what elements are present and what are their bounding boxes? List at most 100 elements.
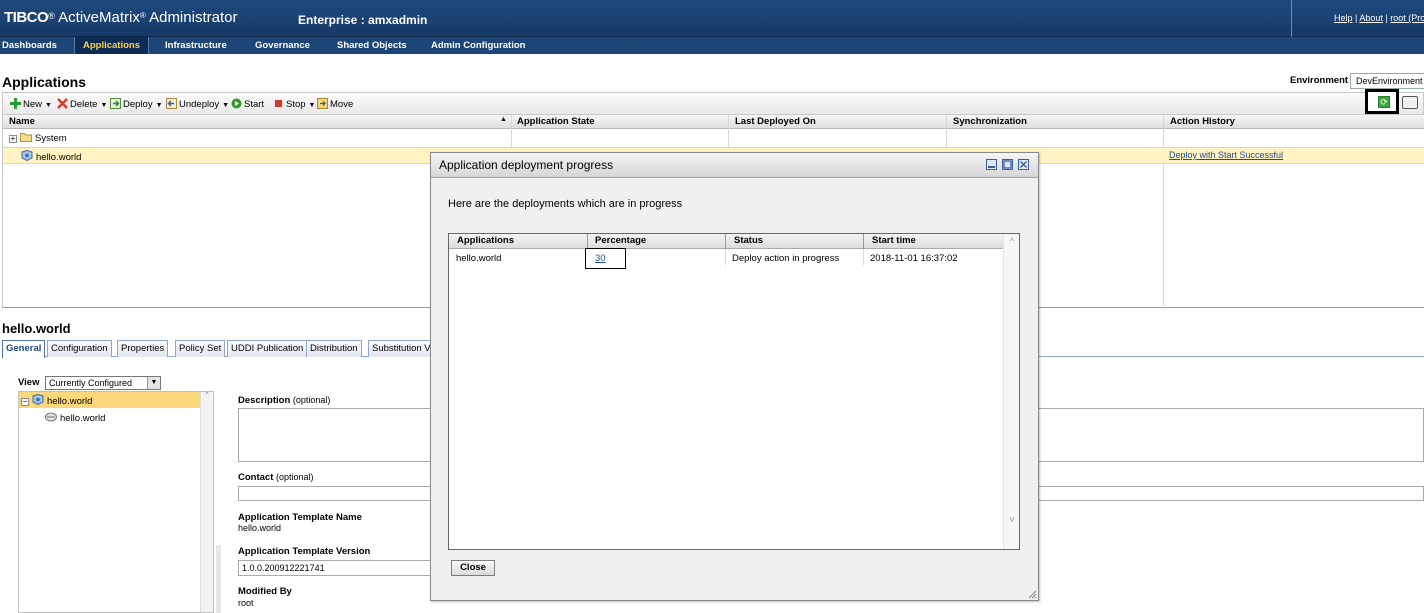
action-history-link[interactable]: Deploy with Start Successful — [1169, 150, 1283, 160]
chevron-down-icon: ▼ — [100, 102, 108, 109]
nav-infrastructure[interactable]: Infrastructure — [165, 37, 227, 54]
page-title: Applications — [2, 74, 87, 90]
detail-title: hello.world — [2, 321, 71, 336]
deploy-button[interactable]: Deploy ▼ — [110, 98, 163, 110]
deployments-table-header: Applications Percentage Status Start tim… — [449, 234, 1003, 249]
chevron-down-icon: ▼ — [222, 102, 230, 109]
nav-applications[interactable]: Applications — [74, 37, 150, 54]
deploy-icon — [110, 98, 121, 109]
dialog-title: Application deployment progress — [439, 158, 614, 172]
view-select[interactable]: Currently Configured ▼ — [45, 376, 161, 390]
column-header-status[interactable]: Status — [734, 235, 763, 246]
tab-uddi-publication[interactable]: UDDI Publication — [227, 340, 308, 357]
environment-label: Environment — [1290, 75, 1349, 86]
tree-scrollbar[interactable]: ^ — [200, 392, 213, 612]
modified-by-label: Modified By — [238, 586, 292, 597]
refresh-button[interactable]: ⟳ — [1365, 89, 1399, 114]
main-nav: Dashboards Applications Infrastructure G… — [0, 37, 1424, 54]
column-header-action-history[interactable]: Action History — [1170, 116, 1235, 127]
undeploy-button[interactable]: Undeploy ▼ — [166, 98, 229, 110]
row-name: + System — [9, 132, 67, 144]
about-link[interactable]: About — [1359, 13, 1383, 23]
delete-button[interactable]: Delete ▼ — [57, 98, 107, 110]
user-profile-link[interactable]: root (Profi — [1390, 13, 1424, 23]
deployment-progress-dialog: Application deployment progress Here are… — [430, 152, 1039, 601]
header-links: Help | About | root (Profi — [1291, 0, 1424, 37]
template-name-label: Application Template Name — [238, 512, 362, 523]
move-icon — [317, 98, 328, 109]
scroll-down-icon[interactable]: v — [1004, 514, 1020, 524]
chevron-down-icon: ▼ — [155, 102, 163, 109]
undeploy-icon — [166, 98, 177, 109]
stop-button[interactable]: Stop ▼ — [273, 98, 315, 110]
tree-item-child[interactable]: hello.world — [45, 412, 105, 424]
chevron-down-icon[interactable]: ▼ — [147, 377, 160, 389]
sort-ascending-icon[interactable]: ▲ — [500, 116, 507, 123]
percentage-cell: 30 — [585, 248, 626, 269]
top-header: TIBCO® ActiveMatrix® Administrator Enter… — [0, 0, 1424, 37]
close-icon[interactable] — [1018, 159, 1029, 170]
contact-label: Contact (optional) — [238, 472, 314, 483]
column-header-synchronization[interactable]: Synchronization — [953, 116, 1027, 127]
close-button[interactable]: Close — [451, 560, 495, 576]
tab-configuration[interactable]: Configuration — [47, 340, 112, 357]
expand-icon[interactable]: + — [9, 135, 17, 143]
maximize-icon[interactable] — [1002, 159, 1013, 170]
nav-dashboards[interactable]: Dashboards — [2, 37, 57, 54]
collapse-icon[interactable]: − — [21, 398, 29, 406]
tree-item-root[interactable]: − hello.world — [19, 392, 201, 408]
resize-grip-icon[interactable] — [1027, 589, 1037, 599]
column-header-name[interactable]: Name — [9, 116, 35, 127]
splitter[interactable] — [216, 545, 221, 613]
column-header-last-deployed[interactable]: Last Deployed On — [735, 116, 816, 127]
dialog-intro: Here are the deployments which are in pr… — [448, 198, 683, 210]
application-icon — [32, 393, 44, 406]
new-button[interactable]: New ▼ — [10, 98, 52, 110]
minimize-icon[interactable] — [986, 159, 997, 170]
deployments-table: Applications Percentage Status Start tim… — [448, 233, 1020, 550]
environment-select[interactable]: DevEnvironment — [1350, 73, 1424, 89]
nav-shared-objects[interactable]: Shared Objects — [337, 37, 407, 54]
component-icon — [45, 412, 57, 422]
percentage-link[interactable]: 30 — [595, 253, 606, 264]
template-version-label: Application Template Version — [238, 546, 371, 557]
help-link[interactable]: Help — [1334, 13, 1353, 23]
table-scrollbar[interactable]: ^ v — [1003, 234, 1019, 549]
deployment-start-time: 2018-11-01 16:37:02 — [870, 253, 958, 264]
scroll-up-icon[interactable]: ^ — [1004, 236, 1020, 246]
tab-properties[interactable]: Properties — [117, 340, 169, 357]
stop-icon — [273, 98, 284, 109]
dialog-title-bar[interactable]: Application deployment progress — [431, 153, 1038, 178]
deployment-application: hello.world — [456, 253, 502, 264]
description-label: Description (optional) — [238, 395, 331, 406]
start-button[interactable]: Start — [231, 98, 264, 110]
column-header-percentage[interactable]: Percentage — [595, 235, 646, 246]
application-icon — [21, 149, 33, 162]
column-header-state[interactable]: Application State — [517, 116, 595, 127]
folder-icon — [20, 132, 32, 142]
play-icon — [231, 98, 242, 109]
move-button[interactable]: Move — [317, 98, 353, 110]
enterprise-label: Enterprise : amxadmin — [298, 13, 428, 27]
nav-governance[interactable]: Governance — [255, 37, 310, 54]
grid-header: Name ▲ Application State Last Deployed O… — [3, 115, 1424, 129]
delete-icon — [57, 98, 68, 109]
tab-policy-set[interactable]: Policy Set — [175, 340, 226, 357]
column-header-start-time[interactable]: Start time — [872, 235, 916, 246]
config-icon[interactable] — [1402, 96, 1418, 109]
plus-icon — [10, 98, 21, 109]
nav-admin-configuration[interactable]: Admin Configuration — [431, 37, 525, 54]
tab-general[interactable]: General — [2, 340, 46, 358]
tibco-logo: TIBCO® ActiveMatrix® Administrator — [4, 9, 238, 26]
tab-distribution[interactable]: Distribution — [306, 340, 362, 357]
view-label: View — [18, 377, 40, 388]
deployment-status: Deploy action in progress — [732, 253, 840, 264]
refresh-icon: ⟳ — [1378, 96, 1390, 108]
template-version-field[interactable]: 1.0.0.200912221741 — [238, 560, 432, 576]
column-header-applications[interactable]: Applications — [457, 235, 514, 246]
table-row[interactable]: + System — [3, 130, 1424, 147]
tab-substitution[interactable]: Substitution V — [368, 340, 435, 357]
modified-by-value: root — [238, 598, 254, 608]
template-name-value: hello.world — [238, 523, 282, 533]
chevron-down-icon: ▼ — [308, 102, 316, 109]
